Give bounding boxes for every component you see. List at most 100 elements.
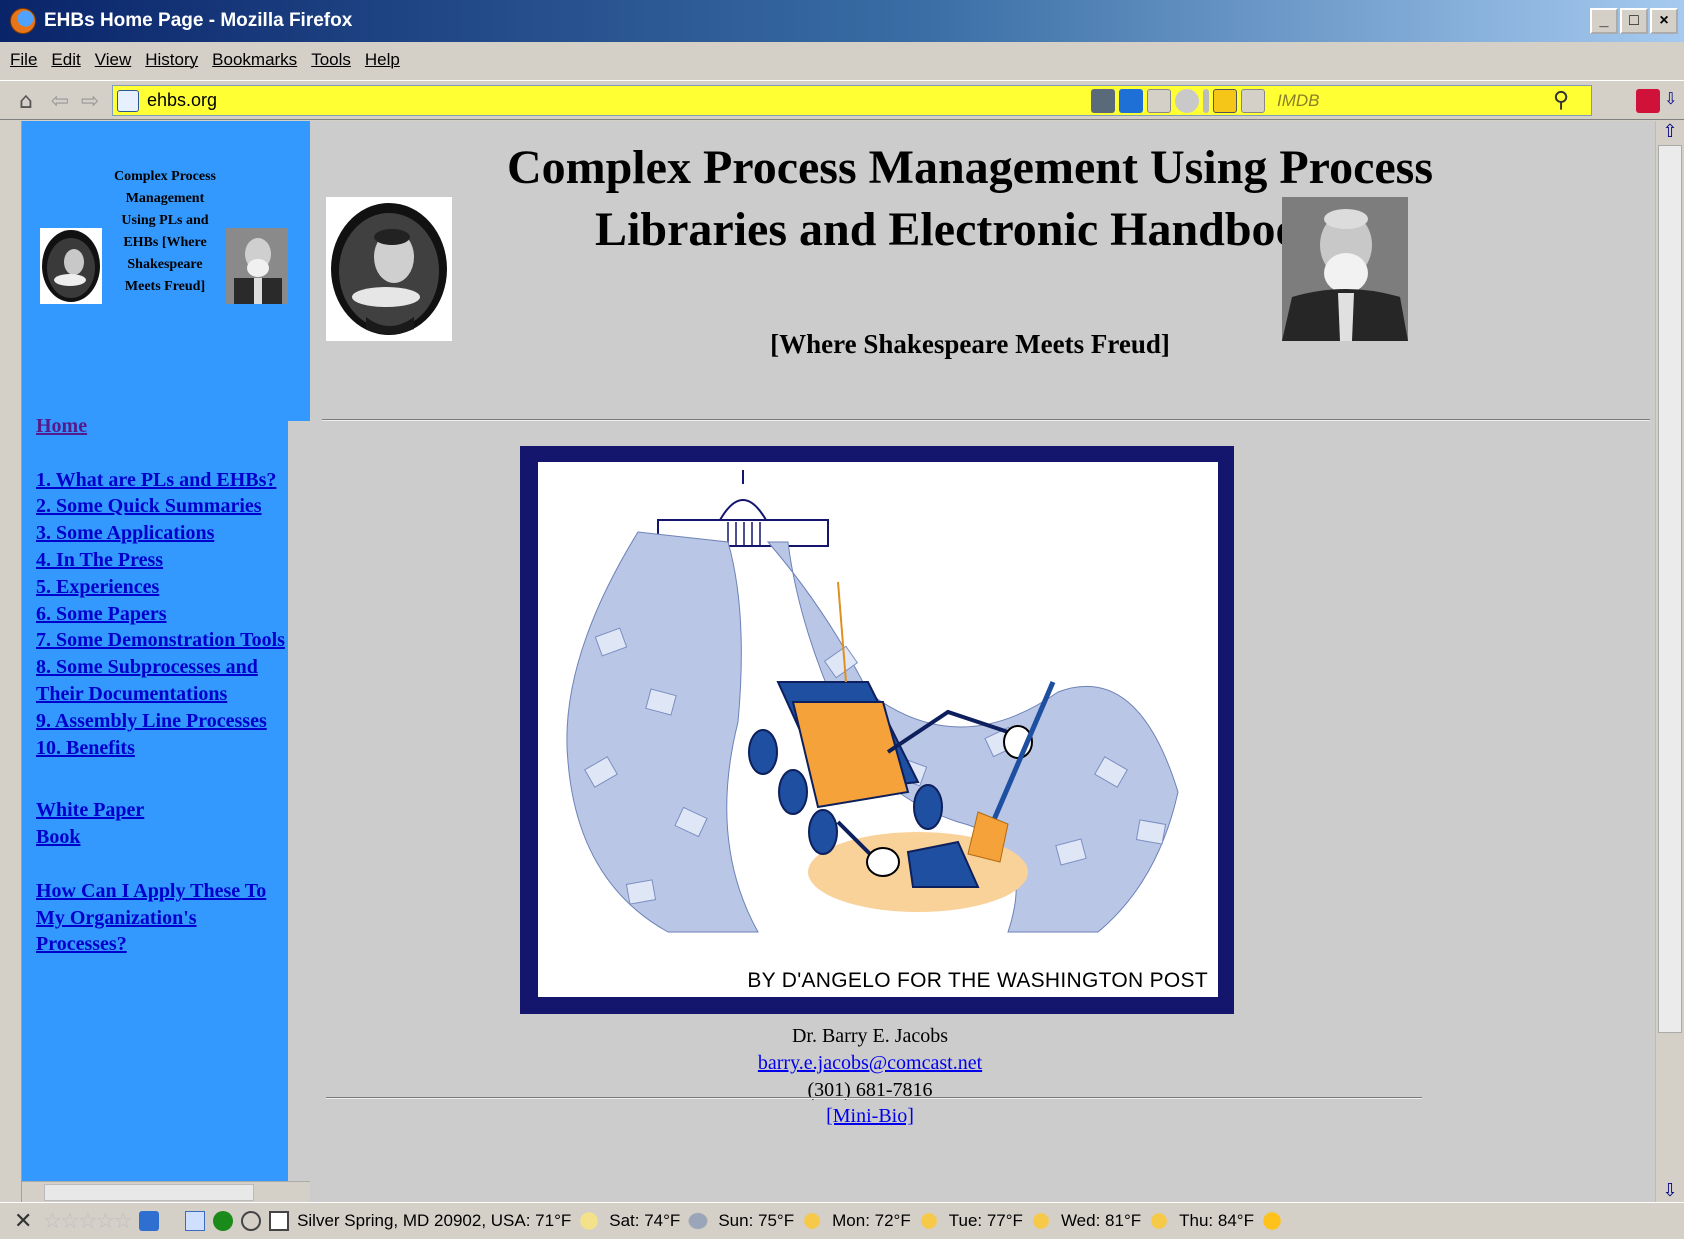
menu-help[interactable]: Help	[365, 50, 400, 70]
contact-block: Dr. Barry E. Jacobs barry.e.jacobs@comca…	[620, 1023, 1120, 1130]
cartoon-illustration	[566, 470, 1179, 933]
shakespeare-portrait	[326, 197, 452, 341]
cartoon-image: BY D'ANGELO FOR THE WASHINGTON POST	[538, 462, 1218, 997]
shakespeare-portrait-small	[40, 228, 102, 304]
sun-icon	[1257, 1209, 1286, 1233]
menu-bookmarks[interactable]: Bookmarks	[212, 50, 297, 70]
frame-gutter	[0, 121, 22, 1202]
status-bar: ✕ ☆☆☆☆☆ Silver Spring, MD 20902, USA: 71…	[0, 1202, 1684, 1239]
footer-divider	[326, 1097, 1422, 1099]
cartoon-credit: BY D'ANGELO FOR THE WASHINGTON POST	[747, 969, 1208, 992]
forecast-sat: Sat: 74°F	[609, 1211, 681, 1230]
clock-icon[interactable]	[241, 1211, 262, 1231]
menu-tools[interactable]: Tools	[311, 50, 351, 70]
more-arrow-icon[interactable]: ⇩	[1664, 89, 1678, 113]
main-content: Complex Process Management Using Process…	[310, 121, 1655, 1202]
sidebar-link-6[interactable]: 6. Some Papers	[36, 601, 286, 628]
rain-cloud-icon	[684, 1209, 713, 1233]
sidebar-link-10[interactable]: 10. Benefits	[36, 735, 286, 762]
title-bar: EHBs Home Page - Mozilla Firefox _ □ ×	[0, 0, 1684, 42]
sidebar-link-4[interactable]: 4. In The Press	[36, 547, 286, 574]
home-icon[interactable]: ⌂	[14, 89, 38, 114]
site-favicon-icon	[117, 90, 139, 112]
sidebar-scrollbar[interactable]	[288, 421, 310, 1181]
cartoon-frame: BY D'ANGELO FOR THE WASHINGTON POST	[520, 446, 1234, 1014]
page-scrollbar[interactable]: ⇧ ⇩	[1655, 121, 1684, 1202]
bookmark-icon[interactable]	[1091, 89, 1115, 113]
sidebar-link-white-paper[interactable]: White Paper	[36, 797, 286, 824]
forecast-tue: Tue: 77°F	[948, 1211, 1023, 1230]
close-button[interactable]: ×	[1650, 8, 1678, 34]
calendar-icon[interactable]	[269, 1211, 290, 1231]
back-icon[interactable]: ⇦	[48, 89, 72, 114]
scroll-down-icon[interactable]: ⇩	[1659, 1180, 1681, 1202]
menu-file[interactable]: File	[10, 50, 37, 70]
scroll-up-icon[interactable]: ⇧	[1659, 121, 1681, 143]
search-engine-dropdown-icon[interactable]	[1241, 89, 1265, 113]
weather-forecast: Silver Spring, MD 20902, USA: 71°F Sat: …	[297, 1209, 1290, 1233]
forecast-wed: Wed: 81°F	[1060, 1211, 1142, 1230]
partly-sunny-icon	[1145, 1209, 1174, 1233]
toolbar-addons	[1091, 89, 1265, 113]
sidebar: Complex Process Management Using PLs and…	[22, 121, 310, 1181]
moon-icon	[575, 1209, 604, 1233]
firefox-logo-icon	[10, 8, 36, 34]
reload-icon[interactable]	[1175, 89, 1199, 113]
partly-sunny-icon	[798, 1209, 827, 1233]
forecast-sun: Sun: 75°F	[718, 1211, 795, 1230]
menu-edit[interactable]: Edit	[51, 50, 80, 70]
addon-star-icon[interactable]	[1636, 89, 1660, 113]
delicious-icon[interactable]	[139, 1211, 160, 1231]
scroll-thumb[interactable]	[1658, 145, 1682, 1033]
sidebar-link-1[interactable]: 1. What are PLs and EHBs?	[36, 467, 286, 494]
sidebar-link-home[interactable]: Home	[36, 413, 286, 440]
author-name: Dr. Barry E. Jacobs	[791, 1025, 949, 1047]
menu-view[interactable]: View	[95, 50, 132, 70]
forward-icon[interactable]: ⇨	[78, 89, 102, 114]
nav-right-tools: ⇩	[1636, 89, 1678, 113]
partly-sunny-icon	[914, 1209, 943, 1233]
info-icon[interactable]	[1119, 89, 1143, 113]
sidebar-header: Complex Process Management Using PLs and…	[40, 166, 290, 356]
sidebar-link-8[interactable]: 8. Some Subprocesses and Their Documenta…	[36, 654, 286, 708]
separator-icon	[1203, 89, 1209, 113]
email-link[interactable]: barry.e.jacobs@comcast.net	[620, 1050, 1120, 1077]
window-controls: _ □ ×	[1590, 8, 1678, 34]
sidebar-link-3[interactable]: 3. Some Applications	[36, 520, 286, 547]
url-text[interactable]: ehbs.org	[147, 90, 217, 111]
sidebar-scroll-thumb[interactable]	[44, 1184, 254, 1201]
sidebar-link-7[interactable]: 7. Some Demonstration Tools	[36, 627, 286, 654]
navigation-bar: ⌂ ⇦ ⇨ ehbs.org IMDB ⚲ ⇩	[0, 80, 1684, 120]
sidebar-link-9[interactable]: 9. Assembly Line Processes	[36, 708, 286, 735]
address-bar[interactable]: ehbs.org IMDB ⚲	[112, 85, 1592, 116]
phone-number: (301) 681-7816	[807, 1078, 933, 1101]
rating-stars-icon[interactable]: ☆☆☆☆☆	[42, 1208, 133, 1234]
green-status-icon[interactable]	[213, 1211, 234, 1231]
menu-history[interactable]: History	[145, 50, 198, 70]
sidebar-title: Complex Process Management Using PLs and…	[114, 169, 216, 294]
mini-bio-link[interactable]: [Mini-Bio]	[620, 1103, 1120, 1130]
sp-icon[interactable]	[185, 1211, 206, 1231]
maximize-button[interactable]: □	[1620, 8, 1648, 34]
sidebar-link-book[interactable]: Book	[36, 824, 286, 851]
dropdown-arrow-icon[interactable]	[1147, 89, 1171, 113]
sidebar-link-apply[interactable]: How Can I Apply These To My Organization…	[36, 878, 286, 958]
window-title: EHBs Home Page - Mozilla Firefox	[44, 10, 353, 31]
sidebar-nav: Home 1. What are PLs and EHBs? 2. Some Q…	[36, 413, 286, 958]
sidebar-link-5[interactable]: 5. Experiences	[36, 574, 286, 601]
search-input[interactable]: IMDB	[1277, 91, 1320, 111]
freud-portrait	[1282, 197, 1408, 341]
forecast-mon: Mon: 72°F	[832, 1211, 911, 1230]
minimize-button[interactable]: _	[1590, 8, 1618, 34]
search-icon[interactable]: ⚲	[1553, 88, 1569, 113]
close-bar-icon[interactable]: ✕	[14, 1208, 32, 1234]
partly-sunny-icon	[1026, 1209, 1055, 1233]
freud-portrait-small	[226, 228, 288, 304]
sidebar-horizontal-scrollbar[interactable]	[22, 1181, 310, 1202]
menu-bar: File Edit View History Bookmarks Tools H…	[0, 42, 1684, 78]
sidebar-link-2[interactable]: 2. Some Quick Summaries	[36, 493, 286, 520]
weather-location: Silver Spring, MD 20902, USA: 71°F	[297, 1211, 572, 1230]
imdb-icon[interactable]	[1213, 89, 1237, 113]
header-divider	[322, 419, 1650, 421]
